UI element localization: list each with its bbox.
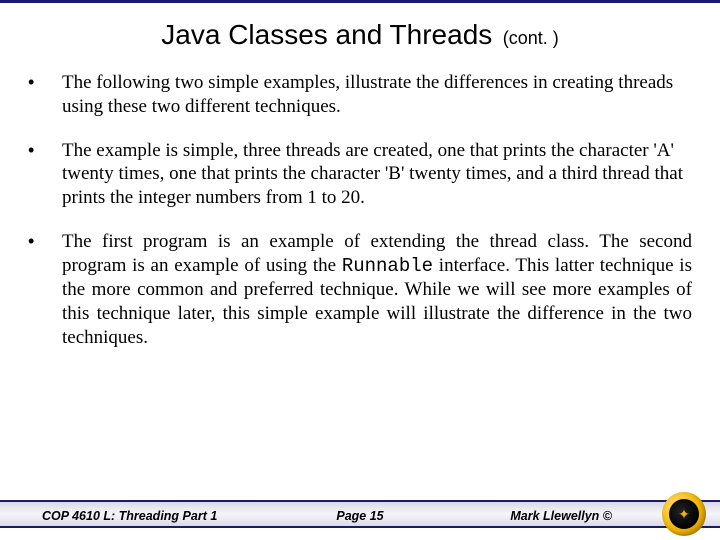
slide-title-suffix: (cont. ): [503, 28, 559, 48]
slide-title: Java Classes and Threads: [161, 19, 492, 50]
logo-inner: ✦: [669, 499, 699, 529]
bullet-item: • The first program is an example of ext…: [28, 230, 692, 350]
footer-center: Page 15: [0, 509, 720, 523]
bullet-text: The following two simple examples, illus…: [62, 71, 692, 119]
title-area: Java Classes and Threads (cont. ): [0, 3, 720, 59]
footer: COP 4610 L: Threading Part 1 Page 15 Mar…: [0, 490, 720, 540]
bullet-item: • The example is simple, three threads a…: [28, 139, 692, 210]
bullet-marker: •: [28, 230, 62, 350]
bullet-marker: •: [28, 139, 62, 210]
pegasus-icon: ✦: [678, 507, 690, 521]
ucf-logo: ✦: [662, 492, 706, 536]
slide: Java Classes and Threads (cont. ) • The …: [0, 0, 720, 540]
bullet-marker: •: [28, 71, 62, 119]
bullet-text: The example is simple, three threads are…: [62, 139, 692, 210]
bullet-text: The first program is an example of exten…: [62, 230, 692, 350]
content-area: • The following two simple examples, ill…: [0, 59, 720, 350]
bullet-text-code: Runnable: [342, 255, 433, 277]
footer-right: Mark Llewellyn ©: [510, 509, 612, 523]
bullet-item: • The following two simple examples, ill…: [28, 71, 692, 119]
logo-circle: ✦: [662, 492, 706, 536]
